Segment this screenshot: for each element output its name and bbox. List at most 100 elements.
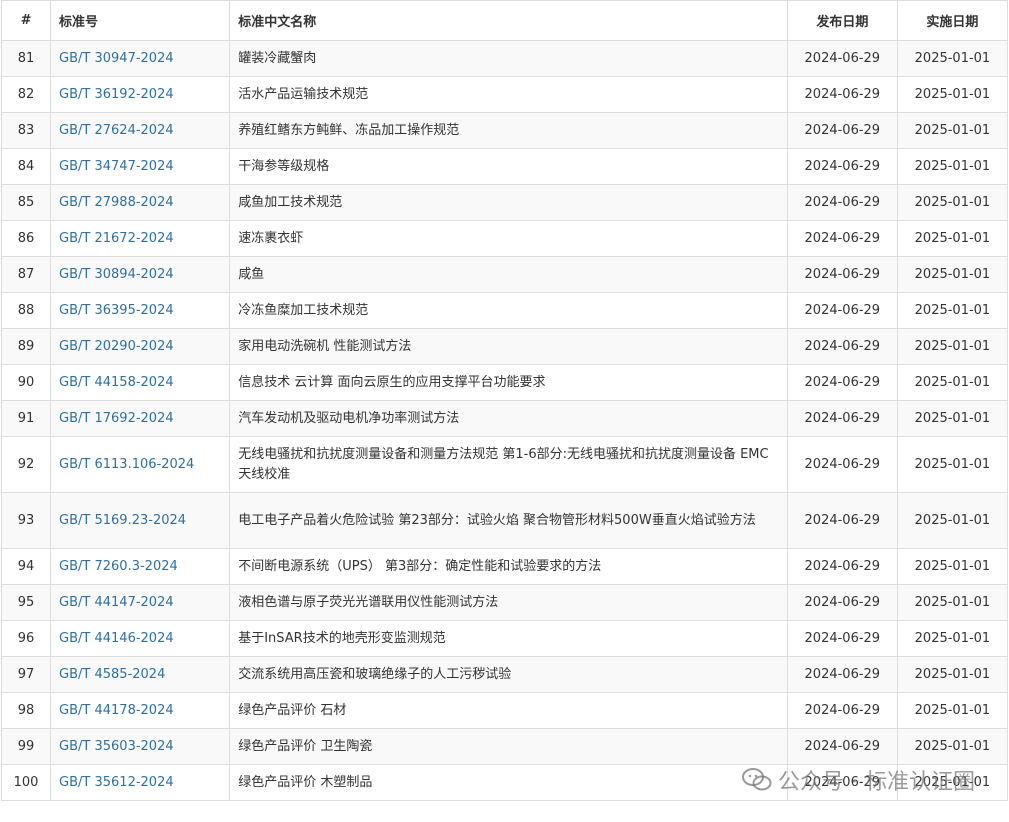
header-published: 发布日期 <box>786 0 898 41</box>
standard-name-cell: 罐装冷藏蟹肉 <box>229 40 788 77</box>
implemented-date-cell: 2025-01-01 <box>896 76 1009 113</box>
implemented-date-cell: 2025-01-01 <box>896 40 1009 77</box>
row-num: 92 <box>17 457 35 472</box>
published-date-cell: 2024-06-29 <box>786 436 898 493</box>
implemented-date: 2025-01-01 <box>914 595 991 610</box>
implemented-date: 2025-01-01 <box>914 339 991 354</box>
standard-code-cell: GB/T 6113.106-2024 <box>50 436 231 493</box>
standard-code-link[interactable]: GB/T 21672-2024 <box>59 231 174 246</box>
published-date-cell: 2024-06-29 <box>786 148 898 185</box>
standard-code-link[interactable]: GB/T 35612-2024 <box>59 775 174 790</box>
standard-name: 绿色产品评价 石材 <box>238 702 347 718</box>
standards-table-container: # 标准号 标准中文名称 发布日期 实施日期 81 GB/T 30947-2024… <box>0 0 1009 822</box>
row-num: 89 <box>17 339 35 354</box>
implemented-date: 2025-01-01 <box>914 303 991 318</box>
standard-code-link[interactable]: GB/T 5169.23-2024 <box>59 513 186 528</box>
standard-name-cell: 基于InSAR技术的地壳形变监测规范 <box>229 620 788 657</box>
published-date: 2024-06-29 <box>804 87 881 102</box>
published-date: 2024-06-29 <box>804 631 881 646</box>
row-num-cell: 94 <box>0 548 52 585</box>
standard-code-cell: GB/T 17692-2024 <box>50 400 231 437</box>
standard-code-link[interactable]: GB/T 35603-2024 <box>59 739 174 754</box>
standard-name: 液相色谱与原子荧光光谱联用仪性能测试方法 <box>238 594 499 610</box>
published-date-cell: 2024-06-29 <box>786 728 898 765</box>
table-row: 83 GB/T 27624-2024 养殖红鳍东方鲀鲜、冻品加工操作规范 2024-0… <box>0 112 1009 149</box>
implemented-date-cell: 2025-01-01 <box>896 112 1009 149</box>
standard-code-link[interactable]: GB/T 20290-2024 <box>59 339 174 354</box>
row-num: 81 <box>17 51 35 66</box>
implemented-date: 2025-01-01 <box>914 123 991 138</box>
standard-code-cell: GB/T 27988-2024 <box>50 184 231 221</box>
table-row: 87 GB/T 30894-2024 咸鱼 2024-06-29 2025-01-01 <box>0 256 1009 293</box>
row-num-cell: 88 <box>0 292 52 329</box>
standard-code-cell: GB/T 35612-2024 <box>50 764 231 801</box>
standard-name: 绿色产品评价 木塑制品 <box>238 774 373 790</box>
header-code: 标准号 <box>50 0 231 41</box>
row-num: 91 <box>17 411 35 426</box>
table-body: 81 GB/T 30947-2024 罐装冷藏蟹肉 2024-06-29 2025-01… <box>0 40 1009 801</box>
published-date-cell: 2024-06-29 <box>786 492 898 549</box>
published-date-cell: 2024-06-29 <box>786 292 898 329</box>
standard-code-link[interactable]: GB/T 7260.3-2024 <box>59 559 178 574</box>
standard-code-link[interactable]: GB/T 44146-2024 <box>59 631 174 646</box>
published-date: 2024-06-29 <box>804 595 881 610</box>
standard-code-link[interactable]: GB/T 44147-2024 <box>59 595 174 610</box>
implemented-date-cell: 2025-01-01 <box>896 148 1009 185</box>
row-num-cell: 86 <box>0 220 52 257</box>
implemented-date: 2025-01-01 <box>914 87 991 102</box>
standard-name: 活水产品运输技术规范 <box>238 86 369 102</box>
row-num: 87 <box>17 267 35 282</box>
implemented-date: 2025-01-01 <box>914 775 991 790</box>
standard-code-link[interactable]: GB/T 17692-2024 <box>59 411 174 426</box>
published-date: 2024-06-29 <box>804 267 881 282</box>
standard-name-cell: 交流系统用高压瓷和玻璃绝缘子的人工污秽试验 <box>229 656 788 693</box>
implemented-date: 2025-01-01 <box>914 667 991 682</box>
implemented-date-cell: 2025-01-01 <box>896 492 1009 549</box>
standard-code-cell: GB/T 7260.3-2024 <box>50 548 231 585</box>
standard-name: 信息技术 云计算 面向云原生的应用支撑平台功能要求 <box>238 374 546 390</box>
standard-code-link[interactable]: GB/T 36192-2024 <box>59 87 174 102</box>
standard-code-cell: GB/T 20290-2024 <box>50 328 231 365</box>
table-row: 91 GB/T 17692-2024 汽车发动机及驱动电机净功率测试方法 2024-0… <box>0 400 1009 437</box>
standard-code-link[interactable]: GB/T 30947-2024 <box>59 51 174 66</box>
standard-name: 家用电动洗碗机 性能测试方法 <box>238 338 412 354</box>
standard-name-cell: 干海参等级规格 <box>229 148 788 185</box>
standard-code-link[interactable]: GB/T 27988-2024 <box>59 195 174 210</box>
standard-code-cell: GB/T 36192-2024 <box>50 76 231 113</box>
standard-name: 绿色产品评价 卫生陶瓷 <box>238 738 373 754</box>
standard-code-cell: GB/T 35603-2024 <box>50 728 231 765</box>
standard-code-link[interactable]: GB/T 30894-2024 <box>59 267 174 282</box>
standard-code-link[interactable]: GB/T 6113.106-2024 <box>59 457 194 472</box>
standard-name: 养殖红鳍东方鲀鲜、冻品加工操作规范 <box>238 122 460 138</box>
implemented-date-cell: 2025-01-01 <box>896 656 1009 693</box>
table-row: 100 GB/T 35612-2024 绿色产品评价 木塑制品 2024-06-29 2… <box>0 764 1009 801</box>
published-date: 2024-06-29 <box>804 739 881 754</box>
row-num: 98 <box>17 703 35 718</box>
standard-code-link[interactable]: GB/T 44178-2024 <box>59 703 174 718</box>
published-date: 2024-06-29 <box>804 51 881 66</box>
standard-code-link[interactable]: GB/T 36395-2024 <box>59 303 174 318</box>
published-date: 2024-06-29 <box>804 457 881 472</box>
standard-name-cell: 家用电动洗碗机 性能测试方法 <box>229 328 788 365</box>
row-num: 90 <box>17 375 35 390</box>
row-num-cell: 91 <box>0 400 52 437</box>
standard-code-cell: GB/T 44147-2024 <box>50 584 231 621</box>
standard-code-cell: GB/T 30947-2024 <box>50 40 231 77</box>
published-date: 2024-06-29 <box>804 231 881 246</box>
published-date-cell: 2024-06-29 <box>786 220 898 257</box>
published-date: 2024-06-29 <box>804 703 881 718</box>
standard-code-cell: GB/T 44178-2024 <box>50 692 231 729</box>
row-num: 82 <box>17 87 35 102</box>
implemented-date-cell: 2025-01-01 <box>896 256 1009 293</box>
standard-code-link[interactable]: GB/T 44158-2024 <box>59 375 174 390</box>
row-num-cell: 90 <box>0 364 52 401</box>
standard-code-link[interactable]: GB/T 27624-2024 <box>59 123 174 138</box>
row-num-cell: 96 <box>0 620 52 657</box>
published-date-cell: 2024-06-29 <box>786 692 898 729</box>
row-num-cell: 98 <box>0 692 52 729</box>
standard-code-link[interactable]: GB/T 4585-2024 <box>59 667 165 682</box>
standard-name: 交流系统用高压瓷和玻璃绝缘子的人工污秽试验 <box>238 666 512 682</box>
standard-code-link[interactable]: GB/T 34747-2024 <box>59 159 174 174</box>
standard-name: 无线电骚扰和抗扰度测量设备和测量方法规范 第1-6部分:无线电骚扰和抗扰度测量设… <box>238 446 769 482</box>
standard-name-cell: 液相色谱与原子荧光光谱联用仪性能测试方法 <box>229 584 788 621</box>
